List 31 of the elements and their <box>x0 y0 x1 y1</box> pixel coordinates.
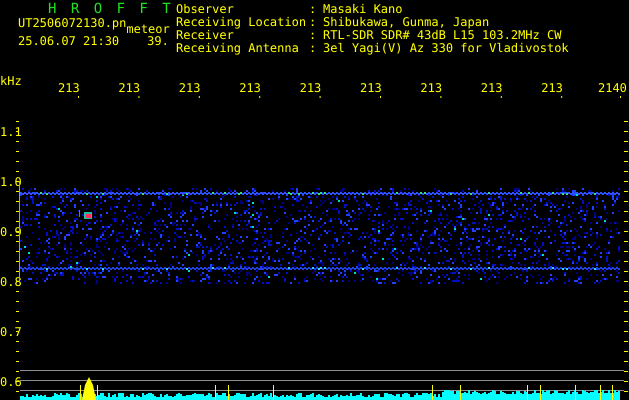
field-label: Receiver <box>176 29 234 41</box>
field-separator: : <box>309 16 318 28</box>
frequency-label: 0.6 <box>0 375 22 389</box>
field-label: Receiving Antenna <box>176 42 300 54</box>
time-label: 213 <box>360 81 382 95</box>
field-label: Receiving Location <box>176 16 308 28</box>
event-count: 39. <box>147 35 169 47</box>
time-label: 213 <box>239 81 261 95</box>
field-value: Masaki Kano <box>323 3 404 15</box>
time-label: 213 <box>541 81 563 95</box>
time-label: 213 <box>178 81 200 95</box>
field-separator: : <box>309 42 318 54</box>
field-separator: : <box>309 3 318 15</box>
unit-label: kHz <box>0 74 22 88</box>
time-label: 213 <box>480 81 502 95</box>
time-label: 2140 <box>598 81 627 95</box>
field-value: 3el Yagi(V) Az 330 for Vladivostok <box>323 42 569 54</box>
time-label: 213 <box>420 81 442 95</box>
event-type: meteor <box>126 23 170 35</box>
field-label: Observer <box>176 3 235 15</box>
frequency-label: 1.1 <box>0 125 22 139</box>
time-label: 213 <box>300 81 322 95</box>
time-label: 213 <box>58 81 80 95</box>
field-value: RTL-SDR SDR# 43dB L15 103.2MHz CW <box>323 29 562 41</box>
field-value: Shibukawa, Gunma, Japan <box>323 16 490 28</box>
app-title: H R O F F T <box>47 1 175 17</box>
time-label: 213 <box>118 81 140 95</box>
timestamp: 25.06.07 21:30 <box>18 35 120 47</box>
file-name: UT2506072130.pn <box>18 17 126 29</box>
field-separator: : <box>309 29 318 41</box>
frequency-label: 0.7 <box>0 325 22 339</box>
